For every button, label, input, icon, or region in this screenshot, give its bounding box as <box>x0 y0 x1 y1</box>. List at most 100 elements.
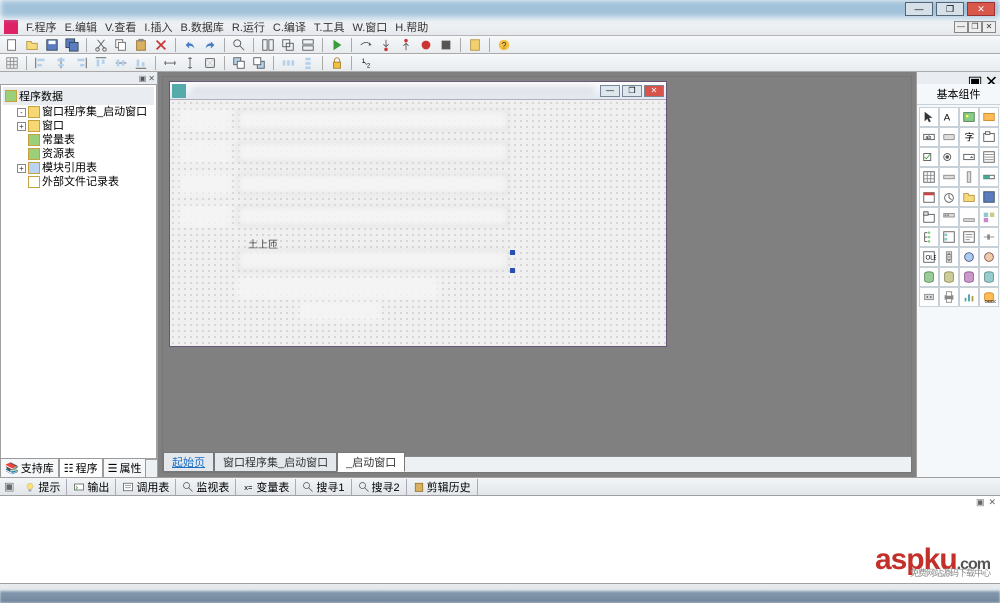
ole-icon[interactable]: OLE <box>919 247 939 267</box>
align-left-icon[interactable] <box>33 55 49 71</box>
stop-icon[interactable] <box>438 37 454 53</box>
menu-compile[interactable]: C.编译 <box>269 19 310 35</box>
radio-icon[interactable] <box>939 147 959 167</box>
mdi-restore[interactable]: ❐ <box>968 21 982 33</box>
expand-icon[interactable]: + <box>17 164 26 173</box>
open-icon[interactable] <box>24 37 40 53</box>
cut-icon[interactable] <box>93 37 109 53</box>
pointer-icon[interactable] <box>919 107 939 127</box>
menu-edit[interactable]: E.编辑 <box>61 19 101 35</box>
undo-icon[interactable] <box>182 37 198 53</box>
tree-node[interactable]: 资源表 <box>17 147 154 161</box>
db2-icon[interactable] <box>939 267 959 287</box>
tab-vars[interactable]: x=变量表 <box>236 479 296 495</box>
statusbar-comp-icon[interactable] <box>959 207 979 227</box>
tab-icon[interactable] <box>919 207 939 227</box>
progressbar-icon[interactable] <box>979 167 999 187</box>
run-icon[interactable] <box>329 37 345 53</box>
menu-insert[interactable]: I.插入 <box>140 19 176 35</box>
tree-node[interactable]: 常量表 <box>17 133 154 147</box>
grid-icon[interactable] <box>919 167 939 187</box>
calendar-icon[interactable] <box>919 187 939 207</box>
form-close[interactable]: ✕ <box>644 85 664 97</box>
chart-comp-icon[interactable] <box>959 287 979 307</box>
menu-help[interactable]: H.帮助 <box>391 19 432 35</box>
align-middle-icon[interactable] <box>113 55 129 71</box>
copy-icon[interactable] <box>113 37 129 53</box>
combobox-icon[interactable] <box>959 147 979 167</box>
close-button[interactable]: ✕ <box>967 2 995 16</box>
tab-tips[interactable]: 提示 <box>18 479 67 495</box>
tab-properties[interactable]: ☰属性 <box>103 458 147 477</box>
collapse-icon[interactable]: - <box>17 108 26 117</box>
tab-start-page[interactable]: 起始页 <box>163 452 214 472</box>
richedit-icon[interactable] <box>959 227 979 247</box>
selection-handle[interactable] <box>510 250 515 255</box>
timer-icon[interactable] <box>939 187 959 207</box>
tab-startup-window[interactable]: _启动窗口 <box>337 452 405 472</box>
program-tree[interactable]: 程序数据 -窗口程序集_启动窗口 +窗口 常量表 资源表 +模块引用表 外部文件… <box>0 84 157 459</box>
form-canvas[interactable]: 土上匝 <box>170 100 666 346</box>
maximize-button[interactable]: ❐ <box>936 2 964 16</box>
db4-icon[interactable] <box>979 267 999 287</box>
minimize-button[interactable]: — <box>905 2 933 16</box>
align-right-icon[interactable] <box>73 55 89 71</box>
picture-icon[interactable] <box>959 107 979 127</box>
menu-run[interactable]: R.运行 <box>228 19 269 35</box>
mdi-close[interactable]: ✕ <box>982 21 996 33</box>
tab-output[interactable]: 输出 <box>67 479 116 495</box>
font-icon[interactable]: 字 <box>959 127 979 147</box>
form-titlebar[interactable]: — ❐ ✕ <box>170 82 666 100</box>
tab-search1[interactable]: 搜寻1 <box>296 479 351 495</box>
shape-icon[interactable] <box>979 107 999 127</box>
mdi-minimize[interactable]: — <box>954 21 968 33</box>
tab-program[interactable]: ☷程序 <box>59 458 103 477</box>
window-horiz-icon[interactable] <box>300 37 316 53</box>
treeview-icon[interactable] <box>919 227 939 247</box>
tree-node[interactable]: +模块引用表 <box>17 161 154 175</box>
tab-search2[interactable]: 搜寻2 <box>352 479 407 495</box>
tree-node[interactable]: +窗口 <box>17 119 154 133</box>
savefile-icon[interactable] <box>979 187 999 207</box>
save-all-icon[interactable] <box>64 37 80 53</box>
align-center-icon[interactable] <box>53 55 69 71</box>
pin-icon[interactable]: ▣ <box>139 74 147 83</box>
panel-close-icon[interactable]: ✕ <box>988 497 996 508</box>
updown-icon[interactable] <box>939 247 959 267</box>
db1-icon[interactable] <box>919 267 939 287</box>
help-icon[interactable]: ? <box>496 37 512 53</box>
same-size-icon[interactable] <box>202 55 218 71</box>
find-icon[interactable] <box>231 37 247 53</box>
menu-database[interactable]: B.数据库 <box>176 19 227 35</box>
pin-icon[interactable]: ▣ <box>4 480 14 493</box>
edit-icon[interactable]: ab <box>919 127 939 147</box>
same-width-icon[interactable] <box>162 55 178 71</box>
toolbar-comp-icon[interactable] <box>939 207 959 227</box>
tab-program-set[interactable]: 窗口程序集_启动窗口 <box>214 452 337 472</box>
lock-icon[interactable] <box>329 55 345 71</box>
label-icon[interactable]: A <box>939 107 959 127</box>
send-back-icon[interactable] <box>251 55 267 71</box>
menu-view[interactable]: V.查看 <box>101 19 140 35</box>
align-bottom-icon[interactable] <box>133 55 149 71</box>
form-minimize[interactable]: — <box>600 85 620 97</box>
step-out-icon[interactable] <box>398 37 414 53</box>
redo-icon[interactable] <box>202 37 218 53</box>
vspace-icon[interactable] <box>300 55 316 71</box>
align-top-icon[interactable] <box>93 55 109 71</box>
checkbox-icon[interactable] <box>919 147 939 167</box>
menu-program[interactable]: F.程序 <box>22 19 61 35</box>
window-tile-icon[interactable] <box>260 37 276 53</box>
compile-icon[interactable] <box>467 37 483 53</box>
tab-order-icon[interactable]: 12 <box>358 55 374 71</box>
pin-icon[interactable]: ▣ <box>967 72 982 84</box>
step-over-icon[interactable] <box>358 37 374 53</box>
selection-handle[interactable] <box>510 268 515 273</box>
tree-node[interactable]: 外部文件记录表 <box>17 175 154 189</box>
grid-icon[interactable] <box>4 55 20 71</box>
tab-calls[interactable]: 调用表 <box>116 479 176 495</box>
frame-icon[interactable] <box>979 127 999 147</box>
delete-icon[interactable] <box>153 37 169 53</box>
listbox-icon[interactable] <box>979 147 999 167</box>
save-icon[interactable] <box>44 37 60 53</box>
